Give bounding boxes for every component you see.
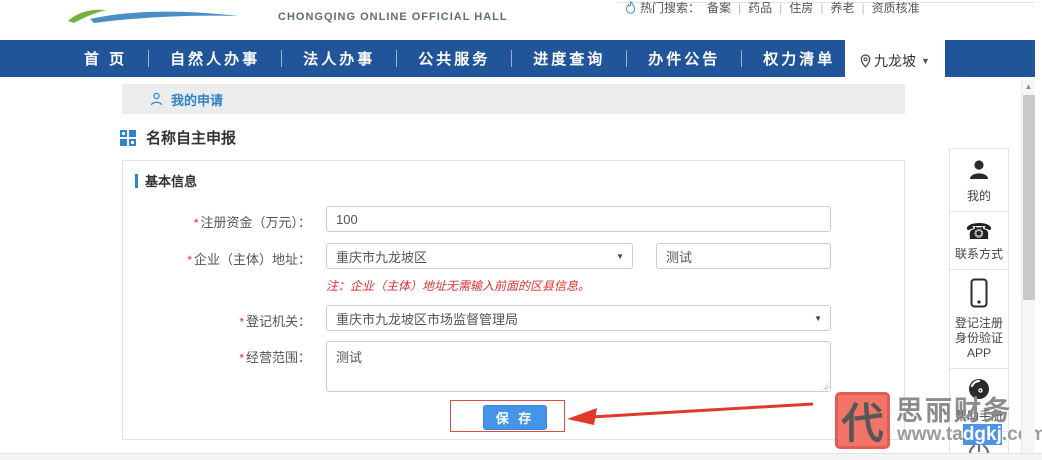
vertical-scrollbar[interactable]: ▲ (1021, 80, 1035, 454)
site-logo-icon[interactable] (64, 5, 264, 31)
required-mark: * (239, 315, 244, 329)
hot-search-label: 热门搜索： (640, 0, 700, 16)
hot-search-item-0[interactable]: 备案 (707, 0, 731, 16)
sidebar-item-contact[interactable]: ☎ 联系方式 (949, 212, 1009, 270)
business-scope-label: *经营范围： (123, 347, 311, 366)
select-caret-icon: ▼ (616, 252, 624, 261)
phone-icon: ☎ (965, 219, 992, 244)
section-title: 基本信息 (145, 171, 197, 190)
grid-icon (120, 130, 136, 146)
page-title-row: 名称自主申报 (120, 127, 236, 148)
nav-item-public-service[interactable]: 公共服务 (418, 48, 490, 69)
required-mark: * (239, 351, 244, 365)
separator: | (779, 1, 782, 15)
top-header: CHONGQING ONLINE OFFICIAL HALL 热门搜索： 备案 |… (0, 0, 1035, 40)
sidebar-item-id-app[interactable]: 登记注册身份验证APP (949, 270, 1009, 369)
nav-separator (741, 50, 742, 67)
separator: | (861, 1, 864, 15)
required-mark: * (187, 253, 192, 267)
nav-separator (511, 50, 512, 67)
nav-item-power-list[interactable]: 权力清单 (763, 48, 835, 69)
nav-item-progress-query[interactable]: 进度查询 (533, 48, 605, 69)
user-outline-icon (150, 92, 163, 106)
sidebar-item-label: 我的 (952, 189, 1006, 204)
hot-search-bar: 热门搜索： 备案 | 药品 | 住房 | 养老 | 资质核准 (625, 0, 927, 15)
location-pin-icon (860, 54, 871, 68)
nav-item-home[interactable]: 首 页 (84, 48, 127, 69)
hot-search-item-3[interactable]: 养老 (830, 0, 854, 16)
registration-authority-value: 重庆市九龙坡区市场监督管理局 (336, 309, 518, 328)
registered-capital-input[interactable] (326, 206, 831, 232)
nav-item-natural-person[interactable]: 自然人办事 (170, 48, 260, 69)
resize-handle[interactable] (821, 382, 830, 391)
region-selector[interactable]: 九龙坡 ▼ (845, 40, 945, 82)
sidebar-item-label: 联系方式 (952, 247, 1006, 262)
site-logo-text: CHONGQING ONLINE OFFICIAL HALL (278, 11, 508, 23)
nav-item-legal-person[interactable]: 法人办事 (303, 48, 375, 69)
address-note: 注：企业（主体）地址无需输入前面的区县信息。 (326, 277, 590, 294)
section-accent-bar (135, 174, 138, 188)
hot-search-item-4[interactable]: 资质核准 (872, 0, 920, 16)
mobile-app-icon (969, 278, 989, 308)
page: CHONGQING ONLINE OFFICIAL HALL 热门搜索： 备案 |… (0, 0, 1042, 460)
disc-icon (967, 377, 991, 401)
nav-separator (281, 50, 282, 67)
nav-separator (148, 50, 149, 67)
hot-search-item-1[interactable]: 药品 (748, 0, 772, 16)
required-mark: * (194, 216, 199, 230)
address-detail-input[interactable] (656, 243, 831, 269)
hot-search-item-2[interactable]: 住房 (789, 0, 813, 16)
sidebar-item-label: 登记注册身份验证APP (952, 316, 1006, 361)
horizontal-scrollbar (0, 453, 1042, 460)
business-scope-textarea[interactable]: 测试 (326, 341, 831, 392)
chevron-down-icon: ▼ (921, 56, 930, 66)
address-district-value: 重庆市九龙坡区 (336, 247, 427, 266)
sidebar-item-label: 帮助手册 (952, 409, 1006, 424)
registration-authority-select[interactable]: 重庆市九龙坡区市场监督管理局 ▼ (326, 305, 831, 331)
sidebar-item-help[interactable]: 帮助手册 (949, 369, 1009, 432)
registration-authority-label: *登记机关： (123, 311, 311, 330)
sidebar-item-mine[interactable]: 我的 (949, 148, 1009, 212)
nav-item-announcements[interactable]: 办件公告 (648, 48, 720, 69)
nav-separator (396, 50, 397, 67)
address-district-select[interactable]: 重庆市九龙坡区 ▼ (326, 243, 633, 269)
region-label: 九龙坡 (874, 51, 916, 71)
separator: | (738, 1, 741, 15)
page-title: 名称自主申报 (146, 127, 236, 148)
separator: | (820, 1, 823, 15)
user-icon (967, 157, 991, 181)
breadcrumb-bar: 我的申请 (122, 84, 905, 114)
scroll-up-arrow[interactable]: ▲ (1022, 80, 1035, 94)
breadcrumb-my-applications[interactable]: 我的申请 (171, 90, 223, 109)
registered-capital-label: *注册资金（万元）： (123, 212, 311, 231)
address-label: *企业（主体）地址： (123, 249, 311, 268)
basic-info-panel: 基本信息 *注册资金（万元）： *企业（主体）地址： 重庆市九龙坡区 ▼ 注：企… (122, 160, 905, 440)
flame-icon (625, 1, 636, 14)
floating-sidebar: 我的 ☎ 联系方式 登记注册身份验证APP 帮助手册 (949, 148, 1009, 460)
nav-separator (626, 50, 627, 67)
select-caret-icon: ▼ (814, 314, 822, 323)
scrollbar-thumb[interactable] (1023, 95, 1035, 300)
section-header: 基本信息 (135, 171, 197, 190)
save-button[interactable]: 保 存 (483, 405, 547, 430)
